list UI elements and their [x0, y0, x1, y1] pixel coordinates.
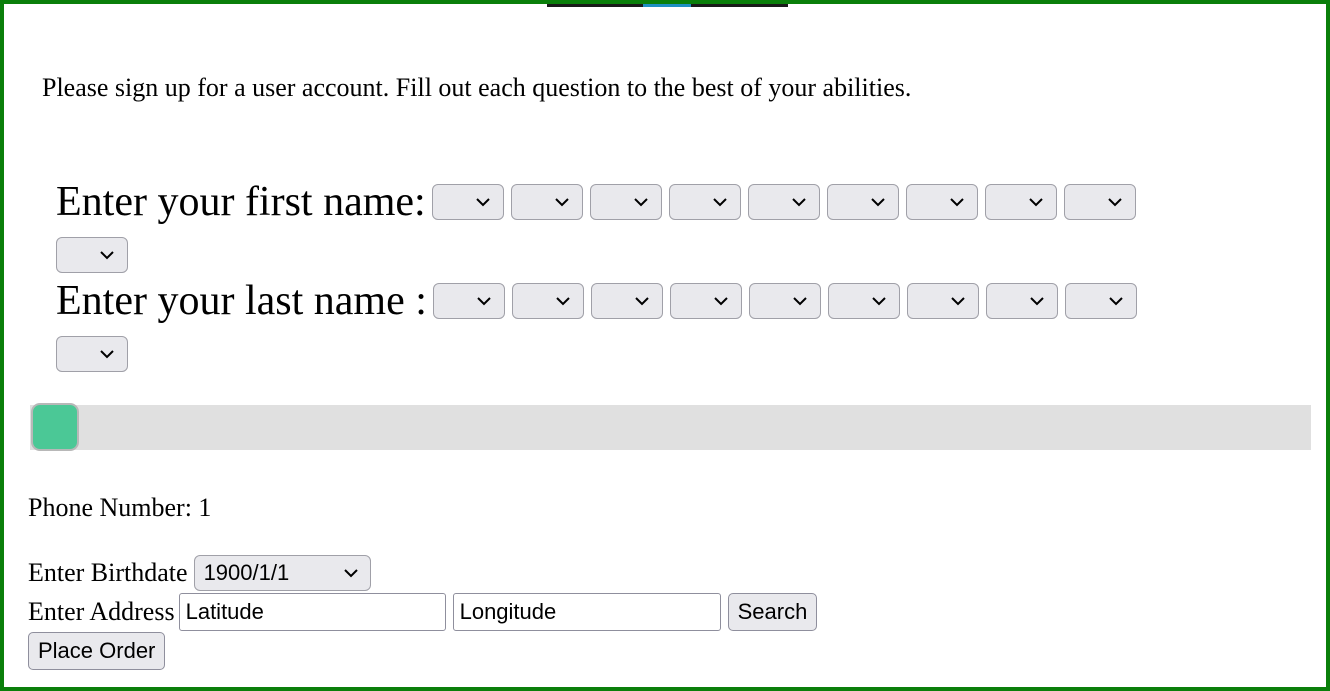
last-name-row: Enter your last name :: [56, 279, 1226, 372]
intro-text: Please sign up for a user account. Fill …: [42, 73, 912, 102]
phone-number-value: 1: [198, 493, 212, 522]
last-name-letter-select-9[interactable]: [1064, 283, 1137, 319]
latitude-input[interactable]: Latitude: [178, 593, 446, 631]
page-frame: Please sign up for a user account. Fill …: [0, 0, 1330, 691]
address-row: Enter Address Latitude Longitude Search: [28, 593, 818, 631]
first-name-letter-select-3[interactable]: [589, 184, 662, 220]
place-order-button[interactable]: Place Order: [28, 632, 166, 670]
first-name-letter-select-6[interactable]: [826, 184, 899, 220]
last-name-letter-select-7[interactable]: [906, 283, 979, 319]
chevron-down-icon: [713, 198, 727, 207]
chevron-down-icon: [343, 569, 358, 578]
chevron-down-icon: [476, 198, 490, 207]
last-name-letter-select-5[interactable]: [748, 283, 821, 319]
birthdate-select[interactable]: 1900/1/1: [193, 555, 371, 591]
first-name-letter-select-10[interactable]: [56, 237, 128, 273]
chevron-down-icon: [950, 198, 964, 207]
last-name-letter-select-8[interactable]: [985, 283, 1058, 319]
chevron-down-icon: [477, 297, 491, 306]
first-name-letter-select-8[interactable]: [984, 184, 1057, 220]
chevron-down-icon: [872, 297, 886, 306]
chevron-down-icon: [871, 198, 885, 207]
first-name-letter-select-2[interactable]: [510, 184, 583, 220]
chevron-down-icon: [100, 350, 114, 359]
chevron-down-icon: [100, 251, 114, 260]
last-name-letter-select-6[interactable]: [827, 283, 900, 319]
first-name-row: Enter your first name:: [56, 180, 1226, 273]
birthdate-label: Enter Birthdate: [28, 558, 188, 587]
first-name-letter-select-9[interactable]: [1063, 184, 1136, 220]
phone-number-display: Phone Number: 1: [28, 492, 211, 524]
chevron-down-icon: [792, 198, 806, 207]
chevron-down-icon: [634, 198, 648, 207]
search-button[interactable]: Search: [727, 593, 818, 631]
last-name-letter-select-2[interactable]: [511, 283, 584, 319]
chevron-down-icon: [1108, 198, 1122, 207]
last-name-letter-select-4[interactable]: [669, 283, 742, 319]
first-name-label: Enter your first name:: [56, 179, 426, 225]
phone-slider-track[interactable]: [30, 405, 1311, 450]
last-name-letter-select-3[interactable]: [590, 283, 663, 319]
first-name-letter-select-1[interactable]: [431, 184, 504, 220]
chevron-down-icon: [1029, 198, 1043, 207]
first-name-letter-select-7[interactable]: [905, 184, 978, 220]
chevron-down-icon: [793, 297, 807, 306]
chevron-down-icon: [951, 297, 965, 306]
chevron-down-icon: [1109, 297, 1123, 306]
chevron-down-icon: [1030, 297, 1044, 306]
phone-slider-thumb[interactable]: [31, 403, 79, 451]
first-name-letter-select-4[interactable]: [668, 184, 741, 220]
birthdate-row: Enter Birthdate 1900/1/1: [28, 554, 371, 592]
first-name-letter-select-5[interactable]: [747, 184, 820, 220]
chevron-down-icon: [555, 198, 569, 207]
last-name-label: Enter your last name :: [56, 278, 427, 324]
order-row: Place Order: [28, 632, 166, 670]
top-decoration-accent: [643, 4, 691, 7]
birthdate-value: 1900/1/1: [203, 560, 290, 585]
last-name-letter-select-1[interactable]: [432, 283, 505, 319]
longitude-input[interactable]: Longitude: [452, 593, 721, 631]
chevron-down-icon: [714, 297, 728, 306]
chevron-down-icon: [635, 297, 649, 306]
chevron-down-icon: [556, 297, 570, 306]
phone-number-label: Phone Number:: [28, 493, 199, 522]
last-name-letter-select-10[interactable]: [56, 336, 128, 372]
address-label: Enter Address: [28, 597, 175, 626]
